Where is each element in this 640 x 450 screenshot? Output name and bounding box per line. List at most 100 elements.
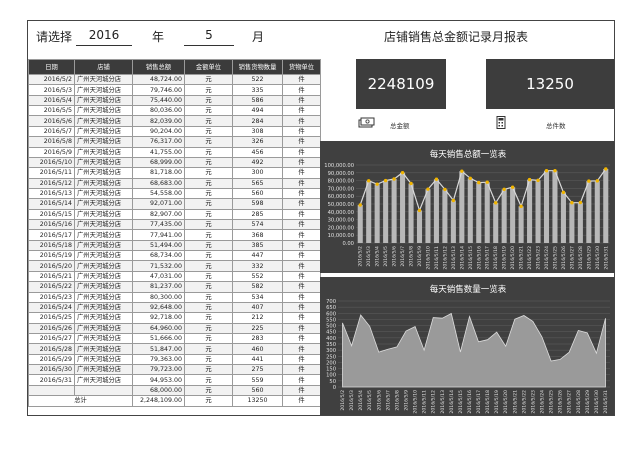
x-tick-label: 2016/5/7 <box>400 246 406 267</box>
data-point-marker <box>604 167 608 171</box>
cell-date: 2016/5/25 <box>28 312 75 324</box>
cell-amount: 92,648.00 <box>132 301 185 314</box>
data-point-marker <box>553 168 557 173</box>
table-row: 2016/5/14 广州天河城分店 92,071.00 元 598 件 <box>28 198 321 210</box>
cell-amount: 81,237.00 <box>132 281 185 293</box>
cell-store: 广州天河城分店 <box>74 177 133 189</box>
cell-qty: 560 <box>232 187 283 200</box>
cell-qty-unit: 件 <box>282 260 321 272</box>
y-tick-label: 550 <box>326 317 336 323</box>
year-select[interactable]: 2016 <box>76 28 132 46</box>
table-row: 2016/5/16 广州天河城分店 77,435.00 元 574 件 <box>28 219 321 231</box>
col-header-amount-unit[interactable]: 金额单位 <box>184 59 233 75</box>
cell-date: 2016/5/28 <box>28 343 75 355</box>
x-tick-label: 2016/5/12 <box>442 246 448 270</box>
x-tick-label: 2016/5/29 <box>585 390 591 414</box>
data-point-marker <box>443 187 447 192</box>
cell-qty-unit: 件 <box>282 343 321 355</box>
table-row: 2016/5/17 广州天河城分店 77,941.00 元 368 件 <box>28 229 321 241</box>
x-tick-label: 2016/5/12 <box>431 390 437 414</box>
col-header-qty-unit[interactable]: 货物单位 <box>282 59 321 75</box>
cell-store: 广州天河城分店 <box>74 208 133 221</box>
cell-qty: 560 <box>232 384 283 397</box>
y-tick-label: 0 <box>333 385 336 391</box>
cell-amount-unit: 元 <box>184 167 233 179</box>
month-select[interactable]: 5 <box>184 28 234 46</box>
cell-qty-unit: 件 <box>282 301 321 314</box>
x-tick-label: 2016/5/31 <box>603 390 609 414</box>
x-tick-label: 2016/5/21 <box>519 246 525 270</box>
x-tick-label: 2016/5/30 <box>595 246 601 270</box>
cell-amount-unit: 元 <box>184 260 233 272</box>
table-row: 2016/5/25 广州天河城分店 92,718.00 元 212 件 <box>28 312 321 324</box>
table-row: 2016/5/26 广州天河城分店 64,960.00 元 225 件 <box>28 322 321 335</box>
bar <box>476 182 482 243</box>
cell-amount-unit: 元 <box>184 270 233 283</box>
x-tick-label: 2016/5/23 <box>536 246 542 270</box>
cell-date: 2016/5/6 <box>28 115 75 127</box>
table-row: 2016/5/15 广州天河城分店 82,907.00 元 285 件 <box>28 208 321 221</box>
cell-qty: 522 <box>232 73 283 86</box>
cell-amount-unit: 元 <box>184 332 233 345</box>
data-point-marker <box>595 179 599 183</box>
bar <box>450 200 456 243</box>
col-header-qty[interactable]: 销售货物数量 <box>232 59 283 75</box>
bar <box>569 202 575 243</box>
total-qty-label: 总件数 <box>546 122 566 130</box>
bar <box>374 184 380 243</box>
bar <box>467 178 473 243</box>
bar <box>510 187 516 243</box>
y-tick-label: 90,000.00 <box>328 171 354 177</box>
cell-qty-unit: 件 <box>282 146 321 158</box>
x-tick-label: 2016/5/11 <box>434 246 440 270</box>
cell-qty-unit: 件 <box>282 229 321 241</box>
bar <box>459 171 465 243</box>
y-tick-label: 30,000.00 <box>328 218 354 224</box>
col-header-date[interactable]: 日期 <box>28 59 75 75</box>
cell-qty: 492 <box>232 156 283 169</box>
cell-qty-unit: 件 <box>282 208 321 221</box>
x-tick-label: 2016/5/24 <box>540 390 546 414</box>
cell-qty: 552 <box>232 270 283 283</box>
cell-date: 2016/5/2 <box>28 73 75 86</box>
bar <box>501 189 507 243</box>
x-tick-label: 2016/5/8 <box>394 390 400 411</box>
y-tick-label: 400 <box>326 336 336 342</box>
bar <box>400 172 406 243</box>
total-qty-unit: 件 <box>282 395 321 407</box>
total-label: 总计 <box>28 395 133 407</box>
y-tick-label: 250 <box>326 354 336 360</box>
bar <box>366 180 372 243</box>
x-tick-label: 2016/5/10 <box>413 390 419 414</box>
table-row: 2016/5/6 广州天河城分店 82,039.00 元 284 件 <box>28 115 321 127</box>
cell-amount: 54,558.00 <box>132 187 185 200</box>
y-tick-label: 80,000.00 <box>328 179 354 185</box>
cell-date: 2016/5/30 <box>28 364 75 376</box>
cell-date: 2016/5/14 <box>28 198 75 210</box>
cell-amount: 94,953.00 <box>132 374 185 386</box>
x-tick-label: 2016/5/17 <box>485 246 491 270</box>
total-amount-card: 2248109 <box>356 59 446 109</box>
cell-qty: 385 <box>232 239 283 252</box>
data-point-marker <box>485 180 489 184</box>
cell-date: 2016/5/12 <box>28 177 75 189</box>
total-qty: 13250 <box>232 395 283 407</box>
cell-qty: 447 <box>232 250 283 262</box>
cell-store: 广州天河城分店 <box>74 125 133 138</box>
cell-qty: 332 <box>232 260 283 272</box>
cell-qty-unit: 件 <box>282 291 321 303</box>
cell-qty: 284 <box>232 115 283 127</box>
x-tick-label: 2016/5/24 <box>544 246 550 270</box>
data-point-marker <box>570 201 574 205</box>
cell-amount-unit: 元 <box>184 281 233 293</box>
col-header-store[interactable]: 店铺 <box>74 59 133 75</box>
cell-store: 广州天河城分店 <box>74 84 133 96</box>
cell-store: 广州天河城分店 <box>74 260 133 272</box>
cell-amount: 79,363.00 <box>132 353 185 366</box>
col-header-amount[interactable]: 销售总额 <box>132 59 185 75</box>
data-point-marker <box>510 185 515 189</box>
bar <box>586 181 592 243</box>
cell-qty-unit: 件 <box>282 374 321 386</box>
data-point-marker <box>426 187 430 191</box>
cell-qty: 335 <box>232 84 283 96</box>
